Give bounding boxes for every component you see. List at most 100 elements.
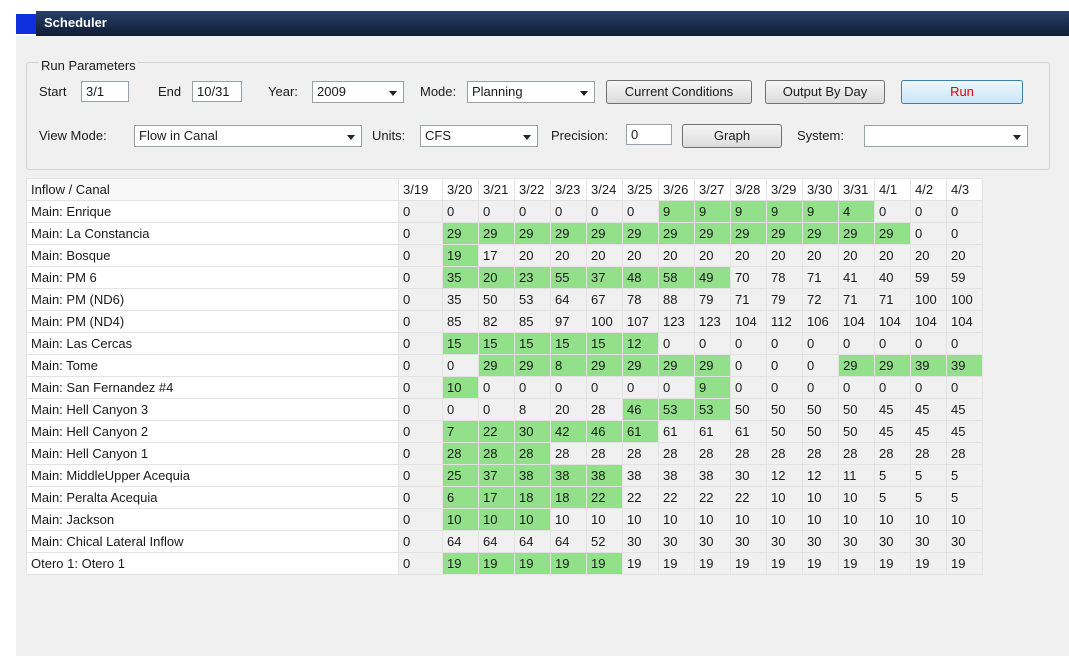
column-header-date[interactable]: 4/3 — [946, 178, 983, 201]
flow-value-cell[interactable]: 30 — [622, 530, 659, 553]
flow-value-cell[interactable]: 28 — [946, 442, 983, 465]
table-row[interactable]: Main: Hell Canyon 2 0 7 22 30 42 46 61 61 61 61 50 5… — [26, 420, 983, 443]
flow-value-cell[interactable]: 88 — [658, 288, 695, 311]
flow-value-cell[interactable]: 19 — [586, 552, 623, 575]
flow-value-cell[interactable]: 72 — [802, 288, 839, 311]
table-row[interactable]: Main: PM (ND6) 0 35 50 53 64 67 78 88 79 71 79 72 71 7… — [26, 288, 983, 311]
flow-value-cell[interactable]: 71 — [802, 266, 839, 289]
flow-value-cell[interactable]: 28 — [802, 442, 839, 465]
flow-value-cell[interactable]: 19 — [694, 552, 731, 575]
flow-value-cell[interactable]: 30 — [514, 420, 551, 443]
flow-value-cell[interactable]: 29 — [586, 222, 623, 245]
flow-value-cell[interactable]: 0 — [838, 332, 875, 355]
flow-value-cell[interactable]: 50 — [766, 420, 803, 443]
row-name-cell[interactable]: Main: MiddleUpper Acequia — [26, 464, 399, 487]
flow-value-cell[interactable]: 0 — [946, 332, 983, 355]
flow-value-cell[interactable]: 0 — [586, 200, 623, 223]
flow-value-cell[interactable]: 0 — [514, 200, 551, 223]
flow-value-cell[interactable]: 29 — [586, 354, 623, 377]
flow-value-cell[interactable]: 12 — [766, 464, 803, 487]
flow-value-cell[interactable]: 10 — [730, 508, 767, 531]
flow-value-cell[interactable]: 19 — [478, 552, 515, 575]
flow-value-cell[interactable]: 30 — [766, 530, 803, 553]
flow-value-cell[interactable]: 46 — [622, 398, 659, 421]
output-by-day-button[interactable]: Output By Day — [765, 80, 885, 104]
flow-value-cell[interactable]: 30 — [946, 530, 983, 553]
flow-value-cell[interactable]: 10 — [838, 508, 875, 531]
column-header-date[interactable]: 3/24 — [586, 178, 623, 201]
flow-value-cell[interactable]: 22 — [694, 486, 731, 509]
flow-value-cell[interactable]: 39 — [946, 354, 983, 377]
column-header-date[interactable]: 3/22 — [514, 178, 551, 201]
system-dropdown[interactable] — [864, 125, 1028, 147]
flow-value-cell[interactable]: 28 — [874, 442, 911, 465]
flow-value-cell[interactable]: 0 — [398, 288, 443, 311]
flow-value-cell[interactable]: 0 — [398, 552, 443, 575]
run-button[interactable]: Run — [901, 80, 1023, 104]
flow-value-cell[interactable]: 10 — [802, 486, 839, 509]
flow-value-cell[interactable]: 40 — [874, 266, 911, 289]
flow-value-cell[interactable]: 17 — [478, 244, 515, 267]
flow-value-cell[interactable]: 29 — [694, 354, 731, 377]
flow-value-cell[interactable]: 0 — [802, 354, 839, 377]
flow-value-cell[interactable]: 0 — [694, 332, 731, 355]
flow-value-cell[interactable]: 30 — [694, 530, 731, 553]
column-header-date[interactable]: 3/20 — [442, 178, 479, 201]
flow-value-cell[interactable]: 0 — [398, 310, 443, 333]
flow-value-cell[interactable]: 49 — [694, 266, 731, 289]
row-name-cell[interactable]: Main: Hell Canyon 2 — [26, 420, 399, 443]
flow-value-cell[interactable]: 29 — [550, 222, 587, 245]
flow-value-cell[interactable]: 0 — [910, 200, 947, 223]
flow-value-cell[interactable]: 29 — [514, 222, 551, 245]
flow-value-cell[interactable]: 30 — [730, 464, 767, 487]
flow-value-cell[interactable]: 20 — [550, 244, 587, 267]
flow-value-cell[interactable]: 0 — [514, 376, 551, 399]
flow-value-cell[interactable]: 9 — [694, 376, 731, 399]
flow-value-cell[interactable]: 29 — [838, 354, 875, 377]
flow-value-cell[interactable]: 37 — [586, 266, 623, 289]
flow-value-cell[interactable]: 82 — [478, 310, 515, 333]
flow-value-cell[interactable]: 28 — [442, 442, 479, 465]
flow-value-cell[interactable]: 29 — [622, 354, 659, 377]
flow-value-cell[interactable]: 22 — [622, 486, 659, 509]
flow-value-cell[interactable]: 10 — [766, 486, 803, 509]
flow-value-cell[interactable]: 38 — [658, 464, 695, 487]
year-dropdown[interactable]: 2009 — [312, 81, 404, 103]
flow-value-cell[interactable]: 9 — [766, 200, 803, 223]
flow-value-cell[interactable]: 18 — [550, 486, 587, 509]
flow-value-cell[interactable]: 29 — [694, 222, 731, 245]
flow-value-cell[interactable]: 5 — [946, 486, 983, 509]
flow-value-cell[interactable]: 10 — [766, 508, 803, 531]
flow-value-cell[interactable]: 28 — [838, 442, 875, 465]
flow-value-cell[interactable]: 20 — [910, 244, 947, 267]
flow-value-cell[interactable]: 35 — [442, 288, 479, 311]
flow-value-cell[interactable]: 5 — [874, 464, 911, 487]
flow-value-cell[interactable]: 30 — [658, 530, 695, 553]
flow-value-cell[interactable]: 0 — [398, 266, 443, 289]
table-row[interactable]: Main: La Constancia 0 29 29 29 29 29 29 29 29 29 29… — [26, 222, 983, 245]
table-row[interactable]: Main: Enrique 0 0 0 0 0 0 0 9 9 9 9 9 4 0 0 0 — [26, 200, 983, 223]
flow-value-cell[interactable]: 79 — [766, 288, 803, 311]
flow-value-cell[interactable]: 19 — [442, 244, 479, 267]
flow-value-cell[interactable]: 22 — [586, 486, 623, 509]
flow-value-cell[interactable]: 0 — [730, 376, 767, 399]
flow-value-cell[interactable]: 0 — [910, 376, 947, 399]
table-row[interactable]: Main: Chical Lateral Inflow 0 64 64 64 64 52 30… — [26, 530, 983, 553]
flow-value-cell[interactable]: 15 — [550, 332, 587, 355]
flow-value-cell[interactable]: 85 — [442, 310, 479, 333]
flow-value-cell[interactable]: 29 — [478, 354, 515, 377]
row-name-cell[interactable]: Main: Las Cercas — [26, 332, 399, 355]
row-name-cell[interactable]: Main: Bosque — [26, 244, 399, 267]
flow-value-cell[interactable]: 0 — [442, 354, 479, 377]
flow-value-cell[interactable]: 0 — [398, 464, 443, 487]
flow-value-cell[interactable]: 8 — [550, 354, 587, 377]
flow-value-cell[interactable]: 29 — [622, 222, 659, 245]
flow-value-cell[interactable]: 0 — [398, 200, 443, 223]
flow-value-cell[interactable]: 9 — [694, 200, 731, 223]
flow-value-cell[interactable]: 53 — [694, 398, 731, 421]
flow-value-cell[interactable]: 28 — [478, 442, 515, 465]
flow-value-cell[interactable]: 38 — [694, 464, 731, 487]
flow-value-cell[interactable]: 29 — [658, 354, 695, 377]
flow-value-cell[interactable]: 10 — [838, 486, 875, 509]
flow-value-cell[interactable]: 29 — [730, 222, 767, 245]
